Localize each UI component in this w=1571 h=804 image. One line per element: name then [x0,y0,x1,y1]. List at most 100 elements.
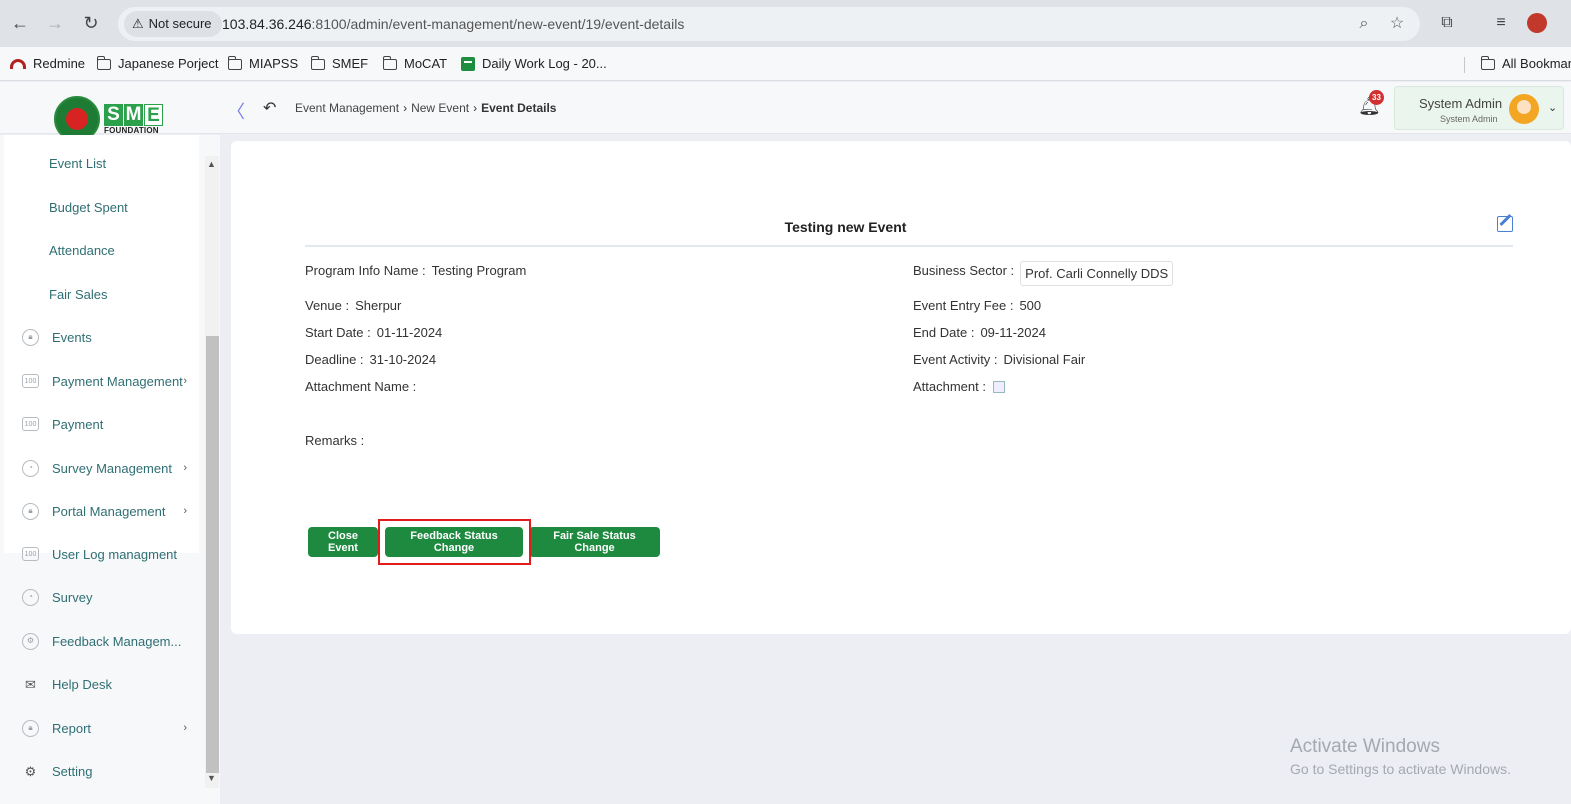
sidebar-item-payment-management[interactable]: 100 Payment Management › [22,370,197,392]
user-role: System Admin [1440,114,1498,124]
business-sector-field: Business Sector : Prof. Carli Connelly DD… [913,261,1174,286]
url-path: :8100/admin/event-management/new-event/1… [311,16,685,32]
sidebar-item-feedback-management[interactable]: ⚙ Feedback Managem... [22,630,197,652]
divider [305,245,1513,247]
sidebar-item-budget-spent[interactable]: Budget Spent [49,200,128,215]
sidebar-scroll-thumb[interactable] [206,336,219,773]
sidebar-collapse-icon[interactable]: 〈 [227,98,245,124]
notification-badge: 33 [1369,90,1384,105]
money-box-icon: 100 [22,417,39,431]
folder-icon [96,55,111,70]
star-icon[interactable]: ☆ [1387,14,1407,34]
deadline-field: Deadline :31-10-2024 [305,352,437,367]
close-event-button[interactable]: Close Event [308,527,378,557]
sidebar-item-fair-sales[interactable]: Fair Sales [49,287,108,302]
chevron-right-icon: › [473,101,478,115]
sidebar-item-attendance[interactable]: Attendance [49,243,115,258]
scroll-up-icon[interactable]: ▲ [207,159,216,169]
zoom-icon[interactable]: ⌕ [1354,14,1374,34]
extensions-icon[interactable]: ⧉ [1436,12,1458,34]
remarks-field: Remarks : [305,433,365,448]
forward-arrow-icon[interactable]: → [44,12,66,34]
end-date-field: End Date :09-11-2024 [913,325,1046,340]
url-host: 103.84.36.246 [222,16,312,32]
windows-watermark-subtitle: Go to Settings to activate Windows. [1290,761,1511,777]
bookmark-mocat[interactable]: MoCAT [382,47,447,81]
breadcrumb-event-details: Event Details [481,101,557,115]
sidebar-item-payment[interactable]: 100 Payment [22,413,197,435]
business-sector-value: Prof. Carli Connelly DDS [1020,261,1174,286]
back-arrow-icon[interactable]: ← [9,12,31,34]
profile-avatar[interactable] [1527,13,1547,33]
user-name: System Admin [1419,96,1503,111]
chevron-right-icon: › [183,505,187,517]
lock-circle-icon: 🔒︎ [22,719,39,737]
url-text[interactable]: 103.84.36.246:8100/admin/event-managemen… [222,7,684,41]
breadcrumb-new-event[interactable]: New Event [411,101,469,115]
folder-icon [227,55,242,70]
edit-icon[interactable] [1497,216,1513,232]
sidebar-item-help-desk[interactable]: ✉ Help Desk [22,673,197,695]
event-details-card: Testing new Event Program Info Name : Tes… [231,141,1571,634]
breadcrumb: Event Management › New Event › Event Det… [295,101,556,115]
security-label: Not secure [148,16,212,31]
sidebar-item-survey[interactable]: ◔ Survey [22,586,197,608]
venue-field: Venue : Sherpur [305,298,402,313]
program-info-field: Program Info Name : Testing Program [305,263,527,278]
pie-chart-icon: ◔ [22,588,39,606]
page-title: Testing new Event [784,219,907,235]
folder-icon [1480,55,1495,70]
sheets-icon [461,57,475,71]
sidebar-item-report[interactable]: 🔒︎ Report › [22,717,197,739]
sidebar-item-event-list[interactable]: Event List [49,156,106,171]
breadcrumb-event-management[interactable]: Event Management [295,101,399,115]
bookmark-smef[interactable]: SMEF [310,47,368,81]
avatar [1509,94,1539,124]
sidebar-item-survey-management[interactable]: ◔ Survey Management › [22,457,197,479]
user-menu[interactable]: System Admin System Admin ⌄ [1394,86,1564,130]
undo-back-icon[interactable]: ↶ [263,98,276,118]
scroll-down-icon[interactable]: ▼ [207,773,216,783]
reload-icon[interactable]: ↻ [80,12,102,34]
chevron-right-icon: › [183,462,187,474]
media-icon[interactable]: ≡ [1490,12,1512,34]
lock-circle-icon: 🔒︎ [22,502,39,520]
address-bar[interactable]: ⚠ Not secure 103.84.36.246:8100/admin/ev… [118,7,1420,41]
bookmarks-separator [1464,57,1465,73]
sidebar: Event List Budget Spent Attendance Fair … [0,135,220,804]
all-bookmarks[interactable]: All Bookmar [1480,47,1571,81]
broken-image-icon[interactable] [992,380,1005,393]
start-date-field: Start Date :01-11-2024 [305,325,443,340]
windows-watermark-title: Activate Windows [1290,736,1440,757]
chevron-right-icon: › [183,375,187,387]
bookmark-miapss[interactable]: MIAPSS [227,47,298,81]
app-header: S M E FOUNDATION 〈 ↶ Event Management › … [0,82,1571,142]
sidebar-item-setting[interactable]: ⚙ Setting [22,760,197,782]
attachment-name-field: Attachment Name : [305,379,417,394]
folder-icon [310,55,325,70]
bookmark-daily-work-log[interactable]: Daily Work Log - 20... [461,47,607,81]
entry-fee-field: Event Entry Fee :500 [913,298,1042,313]
money-box-icon: 100 [22,374,39,388]
gear-icon: ⚙ [24,763,37,779]
pie-chart-icon: ◔ [22,459,39,477]
chevron-right-icon: › [403,101,408,115]
fair-sale-status-change-button[interactable]: Fair Sale Status Change [529,527,660,557]
event-activity-field: Event Activity : Divisional Fair [913,352,1086,367]
browser-toolbar: ← → ↻ ⚠ Not secure 103.84.36.246:8100/ad… [0,0,1571,47]
sidebar-item-events[interactable]: 🔒︎ Events [22,326,197,348]
mail-icon: ✉ [25,676,36,692]
bookmark-japanese-porject[interactable]: Japanese Porject [96,47,218,81]
bookmark-redmine[interactable]: Redmine [10,47,85,81]
security-chip[interactable]: ⚠ Not secure [124,11,222,37]
chevron-right-icon: › [183,722,187,734]
warning-icon: ⚠ [132,16,144,31]
bookmarks-bar: Redmine Japanese Porject MIAPSS SMEF MoC… [0,47,1571,81]
folder-icon [382,55,397,70]
sidebar-item-user-log[interactable]: 100 User Log managment [22,543,197,565]
attachment-field: Attachment : [913,379,1005,394]
sidebar-item-portal-management[interactable]: 🔒︎ Portal Management › [22,500,197,522]
highlight-box [378,519,531,565]
lock-circle-icon: 🔒︎ [22,328,39,346]
feedback-icon: ⚙ [22,632,39,650]
